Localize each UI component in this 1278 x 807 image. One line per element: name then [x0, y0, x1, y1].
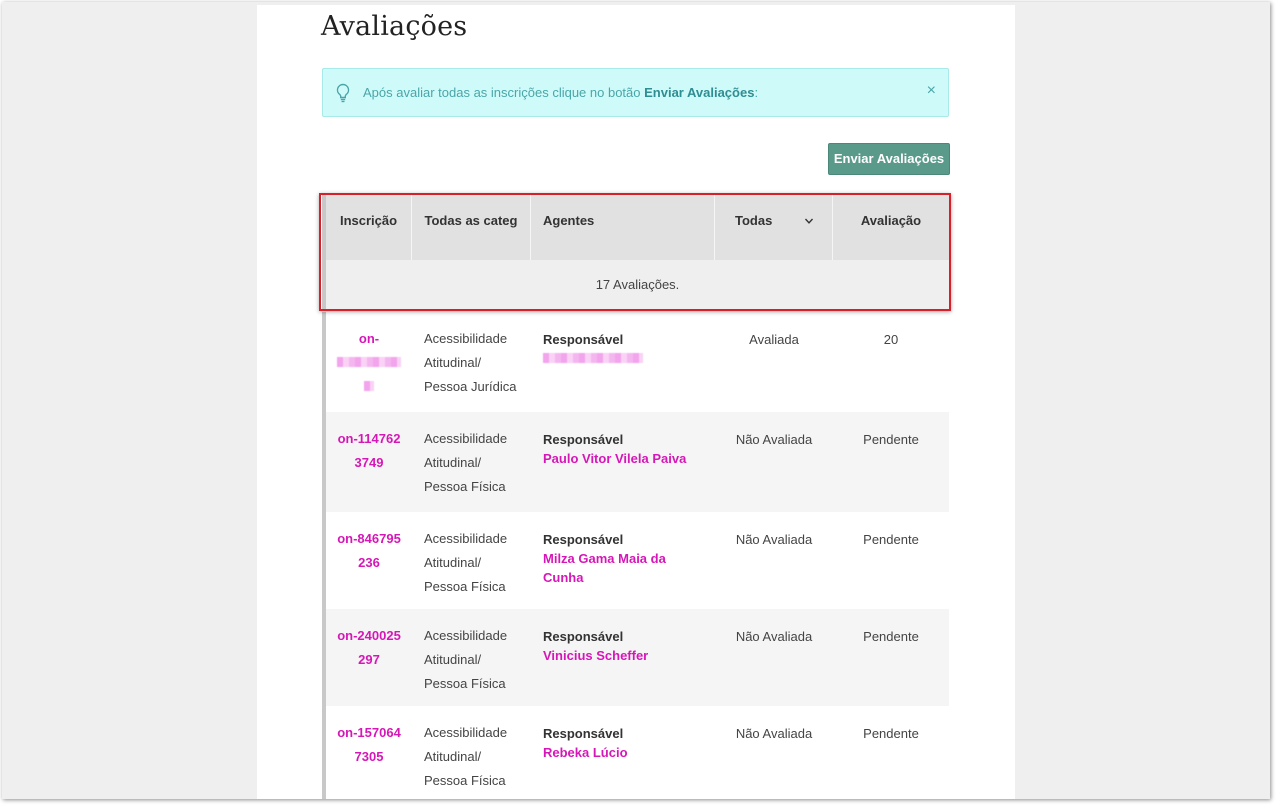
evaluation-cell: Pendente — [863, 629, 919, 644]
evaluation-cell: Pendente — [863, 726, 919, 741]
table-row: on-1570647305 Acessibilidade Atitudinal/… — [322, 706, 949, 799]
redacted-agent-name[interactable] — [543, 353, 643, 363]
table-summary: 17 Avaliações. — [322, 260, 949, 309]
table-header: Inscrição Todas as categ Agentes Todas A… — [322, 195, 949, 260]
registration-link[interactable]: on-846795236 — [326, 527, 412, 575]
alert-close-icon[interactable]: × — [927, 82, 936, 100]
status-filter-select[interactable]: Todas — [715, 195, 833, 260]
column-header-registration[interactable]: Inscrição — [326, 195, 412, 260]
agent-name-link[interactable]: Vinicius Scheffer — [543, 646, 703, 665]
alert-message: Após avaliar todas as inscrições clique … — [363, 85, 758, 100]
evaluation-cell: 20 — [883, 332, 899, 347]
alert-message-prefix: Após avaliar todas as inscrições clique … — [363, 85, 645, 100]
agent-role: Responsável — [543, 432, 624, 447]
table-row: on-846795236 Acessibilidade Atitudinal/ … — [322, 512, 949, 609]
info-alert: Após avaliar todas as inscrições clique … — [322, 68, 949, 117]
agent-name-link[interactable]: Rebeka Lúcio — [543, 743, 703, 762]
table-body: on- Acessibilidade Atitudinal/ Pessoa Ju… — [322, 312, 949, 799]
category-cell: Acessibilidade Atitudinal/ Pessoa Física — [424, 531, 508, 594]
alert-message-suffix: : — [754, 85, 759, 100]
agent-role: Responsável — [543, 332, 624, 347]
registration-link[interactable]: on-1570647305 — [326, 721, 412, 769]
table-row: on-240025297 Acessibilidade Atitudinal/ … — [322, 609, 949, 706]
table-row: on-1147623749 Acessibilidade Atitudinal/… — [322, 412, 949, 512]
screenshot-frame: Avaliações Após avaliar todas as inscriç… — [2, 2, 1270, 799]
category-cell: Acessibilidade Atitudinal/ Pessoa Física — [424, 431, 508, 494]
column-header-agents: Agentes — [531, 195, 715, 260]
page-title: Avaliações — [321, 11, 468, 42]
lightbulb-icon — [336, 83, 350, 103]
category-cell: Acessibilidade Atitudinal/ Pessoa Jurídi… — [424, 331, 517, 394]
status-cell: Avaliada — [749, 332, 799, 347]
status-cell: Não Avaliada — [735, 726, 813, 741]
status-cell: Não Avaliada — [735, 629, 813, 644]
redacted-registration-tail — [364, 381, 374, 391]
category-filter[interactable]: Todas as categ — [412, 195, 531, 260]
evaluation-cell: Pendente — [863, 532, 919, 547]
category-cell: Acessibilidade Atitudinal/ Pessoa Física — [424, 725, 508, 788]
registration-link[interactable]: on- — [326, 327, 412, 399]
alert-message-strong: Enviar Avaliações — [644, 85, 755, 100]
evaluation-cell: Pendente — [863, 432, 919, 447]
registration-link[interactable]: on-1147623749 — [326, 427, 412, 475]
agent-role: Responsável — [543, 532, 624, 547]
agent-role: Responsável — [543, 629, 624, 644]
agent-name-link[interactable]: Milza Gama Maia da Cunha — [543, 549, 703, 587]
status-cell: Não Avaliada — [735, 432, 813, 447]
agent-cell: Responsável Milza Gama Maia da Cunha — [543, 530, 703, 587]
agent-cell: Responsável — [543, 330, 703, 368]
agent-role: Responsável — [543, 726, 624, 741]
agent-name-link[interactable]: Paulo Vitor Vilela Paiva — [543, 449, 703, 468]
agent-cell: Responsável Vinicius Scheffer — [543, 627, 703, 665]
status-cell: Não Avaliada — [735, 532, 813, 547]
registration-number: on- — [358, 331, 380, 346]
table-row: on- Acessibilidade Atitudinal/ Pessoa Ju… — [322, 312, 949, 412]
column-header-evaluation[interactable]: Avaliação — [833, 195, 949, 260]
status-filter-label: Todas — [735, 213, 773, 228]
agent-cell: Responsável Paulo Vitor Vilela Paiva — [543, 430, 703, 468]
chevron-down-icon — [804, 218, 814, 224]
page-container: Avaliações Após avaliar todas as inscriç… — [257, 5, 1015, 799]
redacted-registration — [337, 357, 401, 367]
agent-cell: Responsável Rebeka Lúcio — [543, 724, 703, 762]
registration-link[interactable]: on-240025297 — [326, 624, 412, 672]
send-evaluations-button[interactable]: Enviar Avaliações — [828, 143, 950, 175]
category-cell: Acessibilidade Atitudinal/ Pessoa Física — [424, 628, 508, 691]
